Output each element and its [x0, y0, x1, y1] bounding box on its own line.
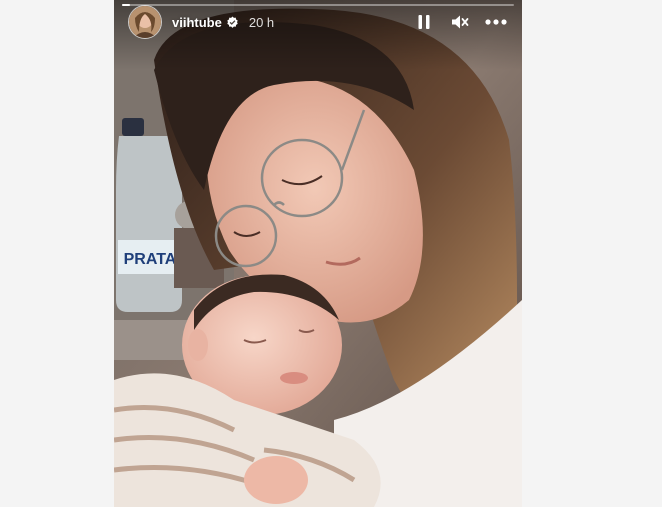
- verified-badge-icon: [226, 16, 239, 29]
- more-options-button[interactable]: [484, 10, 508, 34]
- story-header: viihtube 20 h: [128, 5, 508, 39]
- more-horizontal-icon: [485, 19, 507, 25]
- muted-speaker-icon: [452, 15, 469, 29]
- avatar[interactable]: [128, 5, 162, 39]
- story-photo: PRATA: [114, 0, 522, 507]
- pause-icon: [418, 15, 430, 29]
- avatar-image: [129, 6, 161, 38]
- pause-button[interactable]: [412, 10, 436, 34]
- post-time: 20 h: [248, 14, 275, 30]
- mute-button[interactable]: [448, 10, 472, 34]
- svg-text:PRATA: PRATA: [124, 251, 177, 268]
- story-controls: [400, 10, 508, 34]
- story-viewer[interactable]: PRATA viihtube 20 h: [114, 0, 522, 507]
- username-link[interactable]: viihtube: [172, 15, 222, 30]
